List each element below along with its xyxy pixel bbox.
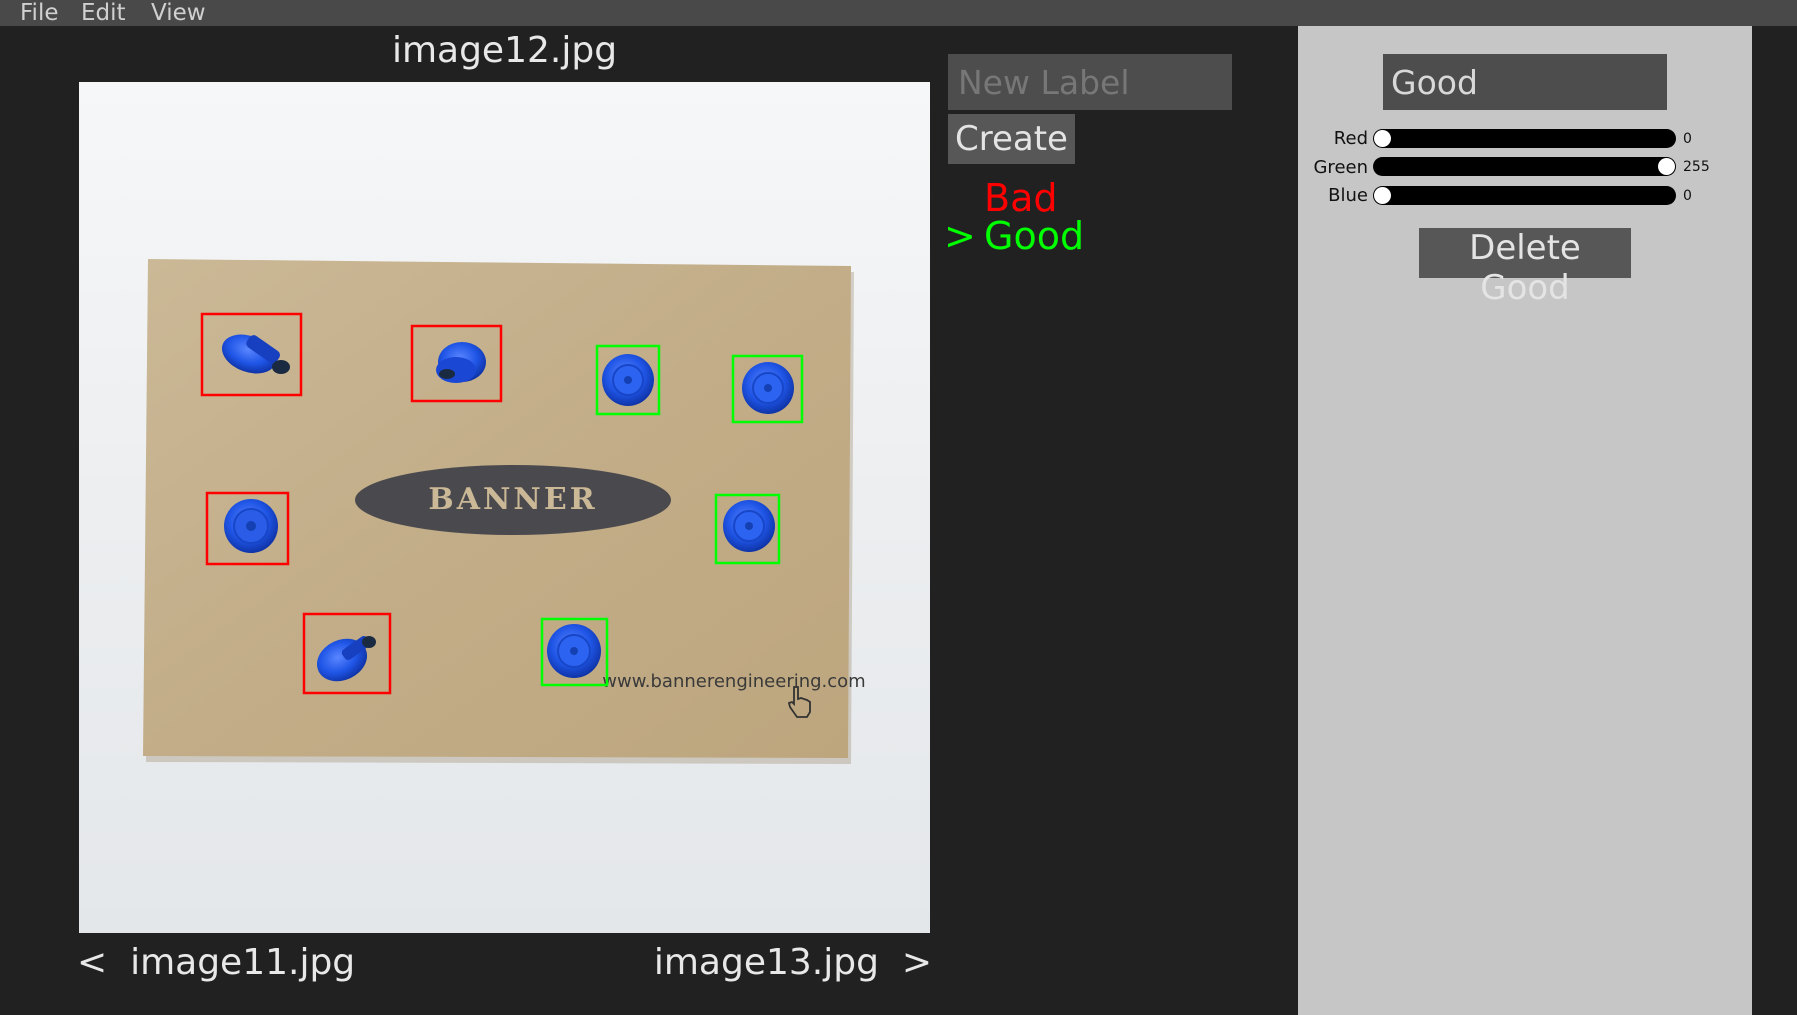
website-text: www.bannerengineering.com: [602, 671, 865, 692]
slider-label-red: Red: [1333, 128, 1368, 149]
delete-label-button[interactable]: Delete Good: [1419, 228, 1631, 308]
blue-value: 0: [1683, 188, 1692, 204]
fastener: [547, 624, 601, 678]
menu-view[interactable]: View: [151, 0, 206, 26]
red-slider[interactable]: [1373, 129, 1676, 148]
label-editor-panel: Red 0 Green 255 Blue 0 Delete Good: [1298, 26, 1752, 1015]
fastener: [723, 500, 775, 552]
label-item-name: Good: [984, 214, 1085, 258]
blue-slider-knob[interactable]: [1374, 187, 1391, 204]
image-viewer[interactable]: BANNER www.bannerengineering.com: [79, 82, 930, 933]
new-label-input[interactable]: [948, 54, 1232, 110]
fastener: [224, 499, 278, 553]
create-button[interactable]: Create: [948, 114, 1075, 164]
image-title: image12.jpg: [391, 30, 618, 71]
green-slider[interactable]: [1373, 157, 1676, 176]
red-value: 0: [1683, 131, 1692, 147]
next-image-link[interactable]: image13.jpg >: [654, 942, 932, 983]
slider-label-blue: Blue: [1328, 185, 1368, 206]
green-value: 255: [1683, 159, 1710, 175]
menu-edit[interactable]: Edit: [81, 0, 126, 26]
fastener: [742, 362, 794, 414]
fastener: [602, 354, 654, 406]
menu-bar: File Edit View: [0, 0, 1797, 26]
label-item-good[interactable]: > Good: [944, 214, 1084, 258]
photo-canvas: BANNER www.bannerengineering.com: [79, 82, 930, 933]
next-image-name: image13.jpg: [653, 942, 879, 983]
prev-arrow-icon: <: [77, 942, 108, 983]
label-name-input[interactable]: [1383, 54, 1667, 110]
next-arrow-icon: >: [901, 942, 932, 983]
red-slider-knob[interactable]: [1374, 130, 1391, 147]
menu-file[interactable]: File: [20, 0, 59, 26]
slider-label-green: Green: [1313, 157, 1368, 178]
prev-image-name: image11.jpg: [130, 942, 356, 983]
banner-logo-text: BANNER: [428, 482, 597, 517]
selection-cursor: >: [944, 214, 976, 258]
prev-image-link[interactable]: < image11.jpg: [77, 942, 355, 983]
green-slider-knob[interactable]: [1658, 158, 1675, 175]
blue-slider[interactable]: [1373, 186, 1676, 205]
